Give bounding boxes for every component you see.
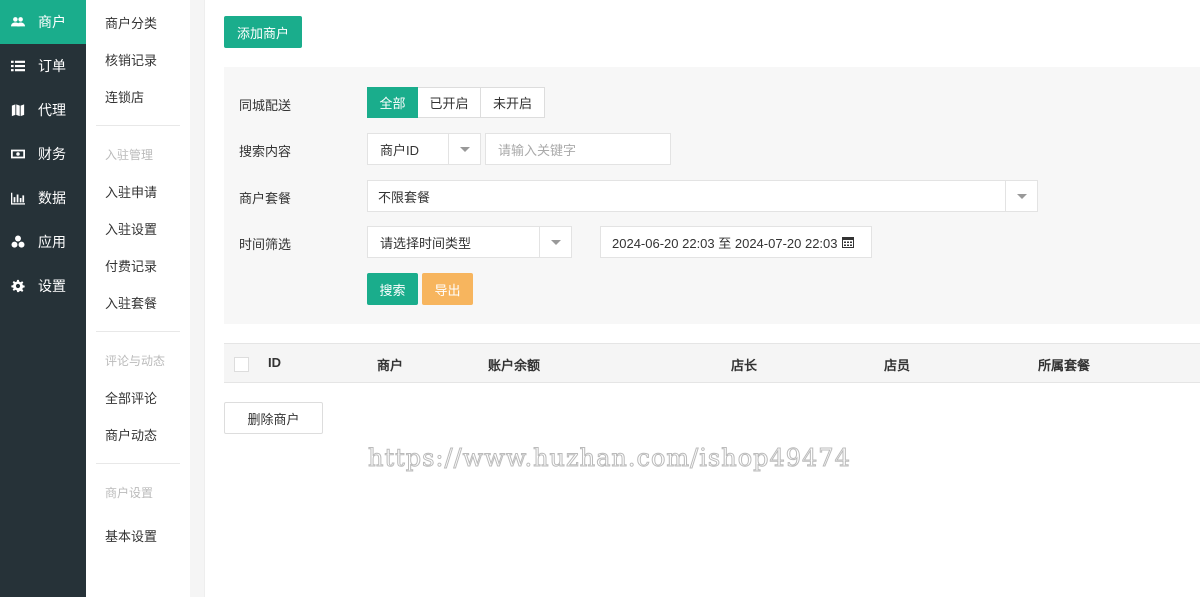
chevron-down-icon — [539, 227, 571, 257]
sub-item-settle-settings[interactable]: 入驻设置 — [86, 210, 190, 247]
chevron-down-icon — [448, 134, 480, 164]
nav-item-data[interactable]: 数据 — [0, 176, 86, 220]
chevron-down-icon — [1005, 181, 1037, 211]
nav-item-label: 设置 — [38, 278, 66, 294]
watermark: https://www.huzhan.com/ishop49474 — [368, 444, 851, 473]
time-type-value: 请选择时间类型 — [380, 235, 472, 251]
sub-item-settle-packages[interactable]: 入驻套餐 — [86, 284, 190, 321]
divider — [96, 331, 180, 332]
main-nav: 商户 订单 代理 财务 数据 应用 设置 — [0, 0, 86, 597]
package-label: 商户套餐 — [239, 191, 292, 206]
search-type-select[interactable]: 商户ID — [367, 133, 481, 165]
main-content: 添加商户 同城配送 全部 已开启 未开启 搜索内容 商户ID 请输入关键字 商户… — [204, 0, 1200, 597]
search-input[interactable]: 请输入关键字 — [485, 133, 671, 165]
bar-chart-icon — [10, 190, 26, 206]
time-label: 时间筛选 — [239, 237, 292, 252]
delivery-option-all[interactable]: 全部 — [367, 87, 418, 118]
sub-item-chain-stores[interactable]: 连锁店 — [86, 78, 190, 115]
map-icon — [10, 102, 26, 118]
nav-item-agent[interactable]: 代理 — [0, 88, 86, 132]
delivery-segment: 全部 已开启 未开启 — [367, 87, 545, 118]
column-header-merchant: 商户 — [377, 358, 404, 373]
divider — [96, 125, 180, 126]
package-select[interactable]: 不限套餐 — [367, 180, 1038, 212]
section-title-settle: 入驻管理 — [105, 148, 154, 162]
delivery-option-on[interactable]: 已开启 — [418, 87, 481, 118]
nav-item-label: 应用 — [38, 234, 66, 250]
search-type-value: 商户ID — [380, 142, 420, 158]
sub-item-payment-records[interactable]: 付费记录 — [86, 247, 190, 284]
sub-item-merchant-category[interactable]: 商户分类 — [86, 4, 190, 41]
column-header-manager: 店长 — [731, 358, 758, 373]
nav-item-label: 商户 — [38, 14, 66, 30]
gear-icon — [10, 278, 26, 294]
sub-item-redeem-records[interactable]: 核销记录 — [86, 41, 190, 78]
column-header-id: ID — [268, 355, 281, 370]
nav-item-apps[interactable]: 应用 — [0, 220, 86, 264]
sub-item-all-reviews[interactable]: 全部评论 — [86, 379, 190, 416]
nav-item-label: 代理 — [38, 102, 66, 118]
nav-item-order[interactable]: 订单 — [0, 44, 86, 88]
add-merchant-button[interactable]: 添加商户 — [224, 16, 302, 48]
delivery-label: 同城配送 — [239, 98, 292, 113]
date-range-value: 2024-06-20 22:03 至 2024-07-20 22:03 — [612, 235, 838, 251]
list-icon — [10, 58, 26, 74]
package-value: 不限套餐 — [378, 189, 431, 205]
nav-item-label: 订单 — [38, 58, 66, 74]
search-button[interactable]: 搜索 — [367, 273, 418, 305]
nav-item-merchant[interactable]: 商户 — [0, 0, 86, 44]
cubes-icon — [10, 234, 26, 250]
nav-item-label: 数据 — [38, 190, 66, 206]
money-icon — [10, 146, 26, 162]
column-header-balance: 账户余额 — [488, 358, 541, 373]
search-label: 搜索内容 — [239, 144, 292, 159]
delivery-option-off[interactable]: 未开启 — [481, 87, 545, 118]
sub-sidebar: 商户分类 核销记录 连锁店 入驻管理 入驻申请 入驻设置 付费记录 入驻套餐 评… — [86, 0, 190, 597]
divider — [96, 463, 180, 464]
nav-item-label: 财务 — [38, 146, 66, 162]
section-title-merchant-settings: 商户设置 — [105, 486, 154, 500]
sub-item-merchant-feed[interactable]: 商户动态 — [86, 416, 190, 453]
date-range-input[interactable]: 2024-06-20 22:03 至 2024-07-20 22:03 — [600, 226, 872, 258]
section-title-reviews: 评论与动态 — [105, 354, 166, 368]
column-header-staff: 店员 — [884, 358, 911, 373]
export-button[interactable]: 导出 — [422, 273, 473, 305]
filter-panel: 同城配送 全部 已开启 未开启 搜索内容 商户ID 请输入关键字 商户套餐 不限… — [224, 67, 1200, 324]
time-type-select[interactable]: 请选择时间类型 — [367, 226, 572, 258]
column-header-package: 所属套餐 — [1038, 358, 1091, 373]
calendar-icon — [841, 236, 854, 248]
nav-item-finance[interactable]: 财务 — [0, 132, 86, 176]
sub-item-basic-settings[interactable]: 基本设置 — [86, 517, 190, 554]
select-all-checkbox[interactable] — [234, 357, 249, 372]
nav-item-settings[interactable]: 设置 — [0, 264, 86, 308]
table-header: ID 商户 账户余额 店长 店员 所属套餐 — [224, 343, 1200, 383]
delete-merchant-button[interactable]: 删除商户 — [224, 402, 323, 434]
sub-item-settle-apply[interactable]: 入驻申请 — [86, 173, 190, 210]
users-icon — [10, 14, 26, 30]
